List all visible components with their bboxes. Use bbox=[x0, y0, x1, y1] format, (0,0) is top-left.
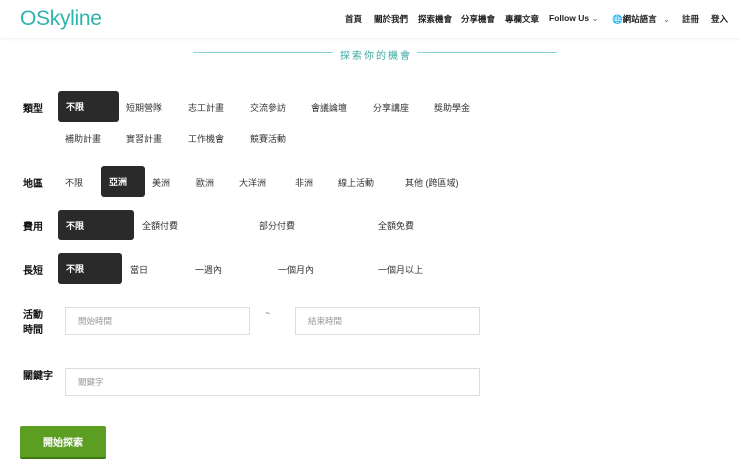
title-divider-left bbox=[193, 52, 333, 53]
length-option[interactable]: 一個月內 bbox=[278, 263, 314, 276]
globe-icon: 🌐 bbox=[612, 14, 623, 24]
end-time-input[interactable]: 結束時間 bbox=[295, 307, 480, 335]
time-separator: ~ bbox=[265, 308, 271, 318]
type-option-any[interactable]: 不限 bbox=[58, 91, 119, 122]
region-option[interactable]: 美洲 bbox=[152, 176, 170, 189]
type-option[interactable]: 補助計畫 bbox=[65, 132, 101, 145]
length-option[interactable]: 一個月以上 bbox=[378, 263, 423, 276]
nav-share[interactable]: 分享機會 bbox=[461, 13, 495, 25]
site-header: OSkyline 首頁 關於我們 探索機會 分享機會 專欄文章 Follow U… bbox=[0, 0, 740, 38]
nav-home[interactable]: 首頁 bbox=[345, 13, 362, 25]
nav-register[interactable]: 註冊 bbox=[682, 13, 699, 25]
region-option[interactable]: 歐洲 bbox=[196, 176, 214, 189]
type-option[interactable]: 實習計畫 bbox=[126, 132, 162, 145]
nav-explore[interactable]: 探索機會 bbox=[418, 13, 452, 25]
chevron-down-icon: ⌄ bbox=[662, 14, 671, 24]
nav-follow-us[interactable]: Follow Us ⌄ bbox=[549, 13, 599, 24]
start-time-input[interactable]: 開始時間 bbox=[65, 307, 250, 335]
length-label: 長短 bbox=[23, 266, 43, 277]
region-option[interactable]: 其他 (跨區域) bbox=[405, 176, 459, 189]
nav-about[interactable]: 關於我們 bbox=[374, 13, 408, 25]
type-label: 類型 bbox=[23, 104, 43, 115]
fee-label: 費用 bbox=[23, 222, 43, 233]
type-option[interactable]: 會議論壇 bbox=[311, 101, 347, 114]
type-option[interactable]: 分享講座 bbox=[373, 101, 409, 114]
type-option[interactable]: 獎助學金 bbox=[434, 101, 470, 114]
region-option[interactable]: 不限 bbox=[65, 176, 83, 189]
region-option[interactable]: 非洲 bbox=[295, 176, 313, 189]
logo[interactable]: OSkyline bbox=[20, 7, 102, 31]
type-option[interactable]: 短期營隊 bbox=[126, 101, 162, 114]
start-search-button[interactable]: 開始探索 bbox=[20, 426, 106, 459]
type-option[interactable]: 交流參訪 bbox=[250, 101, 286, 114]
section-title: 探索你的機會 bbox=[340, 51, 412, 62]
fee-option-any[interactable]: 不限 bbox=[58, 210, 134, 240]
nav-columns[interactable]: 專欄文章 bbox=[505, 13, 539, 25]
time-label-line2: 時間 bbox=[23, 325, 43, 336]
fee-option[interactable]: 全額免費 bbox=[378, 219, 414, 232]
time-label-line1: 活動 bbox=[23, 310, 43, 321]
type-option[interactable]: 競賽活動 bbox=[250, 132, 286, 145]
nav-language-label: 網站語言 bbox=[622, 14, 657, 24]
length-option[interactable]: 當日 bbox=[130, 263, 148, 276]
fee-option[interactable]: 部分付費 bbox=[259, 219, 295, 232]
length-option-any[interactable]: 不限 bbox=[58, 253, 122, 284]
keyword-input[interactable]: 關鍵字 bbox=[65, 368, 480, 396]
fee-option[interactable]: 全額付費 bbox=[142, 219, 178, 232]
region-option[interactable]: 線上活動 bbox=[338, 176, 374, 189]
chevron-down-icon: ⌄ bbox=[591, 13, 599, 23]
region-option[interactable]: 大洋洲 bbox=[239, 176, 266, 189]
length-option[interactable]: 一週內 bbox=[195, 263, 222, 276]
nav-language[interactable]: 🌐網站語言 ⌄ bbox=[612, 13, 670, 25]
title-divider-right bbox=[417, 52, 557, 53]
keyword-label: 關鍵字 bbox=[23, 371, 53, 382]
type-option[interactable]: 志工計畫 bbox=[188, 101, 224, 114]
nav-login[interactable]: 登入 bbox=[711, 13, 728, 25]
region-option-selected[interactable]: 亞洲 bbox=[101, 166, 145, 197]
type-option[interactable]: 工作機會 bbox=[188, 132, 224, 145]
nav-follow-label: Follow Us bbox=[549, 13, 590, 23]
region-label: 地區 bbox=[23, 179, 43, 190]
